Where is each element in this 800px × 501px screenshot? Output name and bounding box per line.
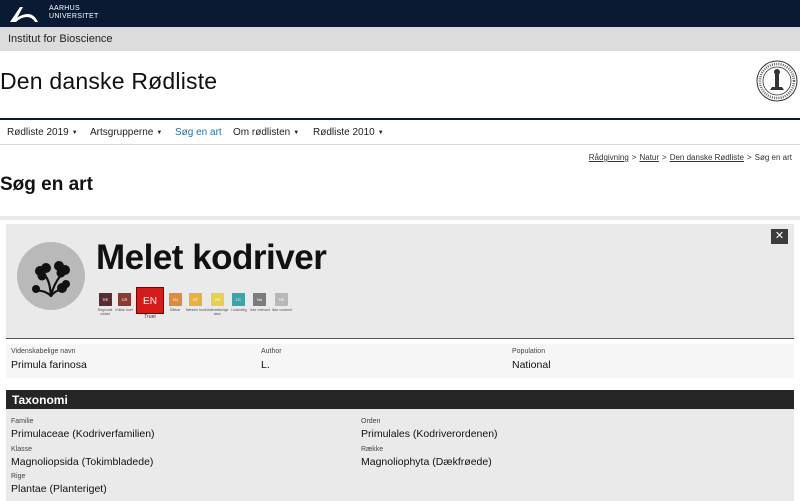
university-name: AARHUS UNIVERSITET <box>49 5 99 21</box>
fact-value-scientific-name: Primula farinosa <box>11 359 87 371</box>
taxonomy-label-family: Familie <box>11 418 34 425</box>
category-label: Kritisk truet <box>115 308 133 312</box>
category-lc: LC <box>232 293 245 306</box>
au-logo-icon[interactable] <box>8 4 46 24</box>
taxonomy-label-phylum: Række <box>361 446 384 453</box>
breadcrumb: Rådgivning > Natur > Den danske Rødliste > Søg… <box>589 153 792 162</box>
category-nt: NT <box>189 293 202 306</box>
plant-sprout-icon <box>32 261 70 298</box>
category-label: Utilstrækkelige data <box>205 308 229 316</box>
taxonomy-label-order: Orden <box>361 418 381 425</box>
main-nav: Rødliste 2019 ▼ Artsgrupperne ▼ Søg en art… <box>0 120 800 145</box>
taxonomy-label-class: Klasse <box>11 446 33 453</box>
chevron-down-icon: ▼ <box>156 130 163 136</box>
taxonomy-value-kingdom: Plantae (Planteriget) <box>11 483 107 495</box>
fact-label-author: Author <box>261 348 282 355</box>
nav-item-label: Om rødlisten <box>233 127 291 138</box>
site-title[interactable]: Den danske Rødliste <box>0 68 217 95</box>
university-topbar: AARHUS UNIVERSITET <box>0 0 800 27</box>
category-label: Ikke vurderet <box>271 308 293 312</box>
breadcrumb-link[interactable]: Natur <box>639 153 659 162</box>
breadcrumb-separator: > <box>746 153 752 162</box>
taxonomy-value-family: Primulaceae (Kodriverfamilien) <box>11 428 155 440</box>
breadcrumb-current: Søg en art <box>754 153 792 162</box>
taxonomy-title: Taxonomi <box>12 393 68 407</box>
taxonomy-value-class: Magnoliopsida (Tokimbladede) <box>11 456 154 468</box>
taxonomy-body <box>6 409 794 501</box>
taxonomy-label-kingdom: Rige <box>11 473 26 480</box>
nav-item-om-roedlisten[interactable]: Om rødlisten ▼ <box>233 127 299 138</box>
taxonomy-value-phylum: Magnoliophyta (Dækfrøede) <box>361 456 492 468</box>
chevron-down-icon: ▼ <box>71 130 78 136</box>
category-label: Ikke relevant <box>250 308 270 312</box>
university-line2: UNIVERSITET <box>49 13 99 20</box>
taxonomy-value-order: Primulales (Kodriverordenen) <box>361 428 498 440</box>
category-ne: NE <box>275 293 288 306</box>
nav-item-roedliste-2019[interactable]: Rødliste 2019 ▼ <box>7 127 78 138</box>
taxonomy-header: Taxonomi <box>6 390 794 409</box>
fact-label-population: Population <box>512 348 546 355</box>
institute-link[interactable]: Institut for Bioscience <box>8 33 113 45</box>
category-label-selected: Truet <box>144 314 156 320</box>
breadcrumb-separator: > <box>662 153 667 162</box>
nav-item-label: Artsgrupperne <box>90 127 154 138</box>
university-seal-icon <box>756 60 798 102</box>
nav-item-label: Søg en art <box>175 127 222 138</box>
breadcrumb-link[interactable]: Den danske Rødliste <box>670 153 744 162</box>
chevron-down-icon: ▼ <box>377 130 384 136</box>
chevron-down-icon: ▼ <box>293 130 300 136</box>
species-avatar <box>17 242 85 310</box>
nav-item-soeg-en-art[interactable]: Søg en art <box>175 127 222 138</box>
species-name: Melet kodriver <box>96 238 327 277</box>
category-vu: VU <box>169 293 182 306</box>
category-cr: CR <box>118 293 131 306</box>
fact-value-author: L. <box>261 359 270 371</box>
category-en-selected: EN <box>136 287 164 314</box>
page-title: Søg en art <box>0 174 93 195</box>
species-facts <box>6 344 794 378</box>
breadcrumb-link[interactable]: Rådgivning <box>589 153 629 162</box>
close-button[interactable]: ✕ <box>771 229 788 244</box>
category-dd: DD <box>211 293 224 306</box>
fact-value-population: National <box>512 359 551 371</box>
nav-item-roedliste-2010[interactable]: Rødliste 2010 ▼ <box>313 127 384 138</box>
breadcrumb-separator: > <box>631 153 637 162</box>
nav-item-label: Rødliste 2019 <box>7 127 69 138</box>
university-line1: AARHUS <box>49 5 80 12</box>
section-divider <box>0 216 800 220</box>
category-na: NA <box>253 293 266 306</box>
nav-item-artsgrupperne[interactable]: Artsgrupperne ▼ <box>90 127 162 138</box>
institute-bar: Institut for Bioscience <box>0 27 800 51</box>
fact-label-scientific-name: Videnskabelige navn <box>11 348 76 355</box>
category-re: RE <box>99 293 112 306</box>
nav-item-label: Rødliste 2010 <box>313 127 375 138</box>
